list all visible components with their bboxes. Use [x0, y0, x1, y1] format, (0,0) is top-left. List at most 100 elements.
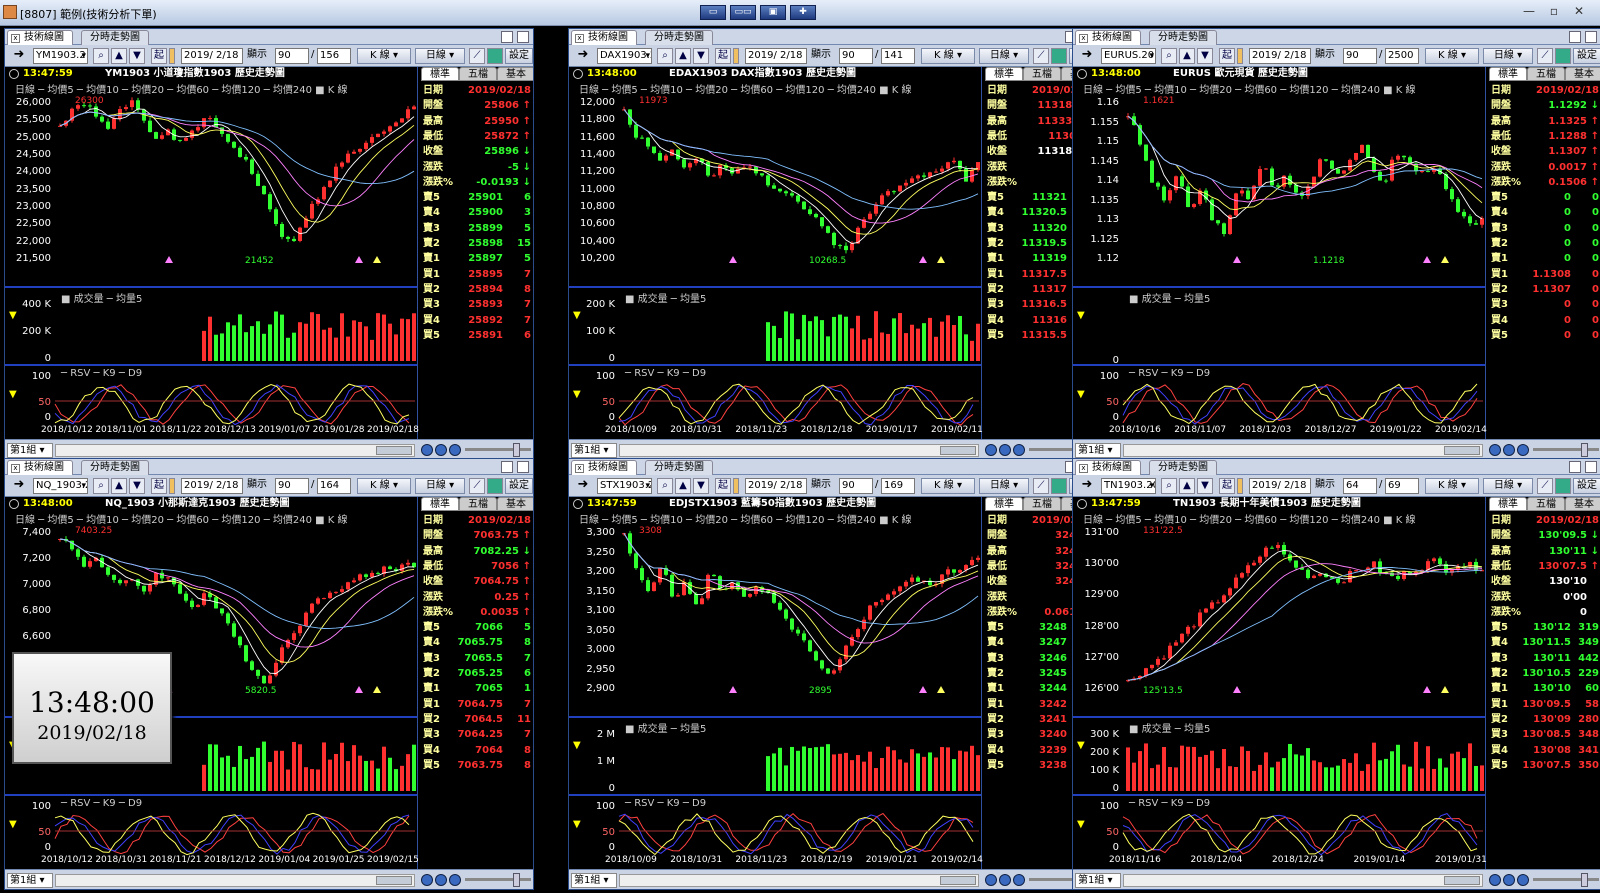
- close-tab-icon[interactable]: x: [11, 34, 20, 43]
- draw-line-icon[interactable]: ⟋: [469, 48, 485, 64]
- restore-window-icon[interactable]: [1585, 461, 1597, 473]
- tab-technical-chart[interactable]: x 技術線圖: [571, 30, 637, 45]
- scroll-thumb[interactable]: [1444, 446, 1480, 455]
- quote-tab-standard[interactable]: 標準: [1489, 67, 1527, 81]
- end-date-input[interactable]: 2019/ 2/18: [745, 478, 807, 494]
- close-tab-icon[interactable]: x: [1079, 34, 1088, 43]
- chart-scrollbar[interactable]: [1123, 874, 1483, 887]
- scroll-down-icon[interactable]: ▼: [1197, 48, 1213, 64]
- scroll-up-icon[interactable]: ▲: [111, 478, 127, 494]
- zoom-in-icon[interactable]: [1503, 874, 1515, 886]
- scroll-down-icon[interactable]: ▼: [1197, 478, 1213, 494]
- draw-line-icon[interactable]: ⟋: [1537, 478, 1553, 494]
- kline-button[interactable]: K 線 ▾: [921, 478, 975, 494]
- show-count-input[interactable]: 64: [1343, 478, 1377, 494]
- quote-tab-five[interactable]: 五檔: [1527, 497, 1565, 511]
- tab-intraday-chart[interactable]: 分時走勢圖: [81, 460, 149, 475]
- float-window-icon[interactable]: [501, 31, 513, 43]
- period-button[interactable]: 日線 ▾: [979, 48, 1029, 64]
- tab-intraday-chart[interactable]: 分時走勢圖: [81, 30, 149, 45]
- zoom-fit-icon[interactable]: [985, 444, 997, 456]
- pane-toggle-icon[interactable]: ▼: [573, 740, 583, 751]
- end-date-input[interactable]: 2019/ 2/18: [181, 478, 243, 494]
- float-window-icon[interactable]: [1569, 461, 1581, 473]
- maximize-button[interactable]: ▫: [1543, 3, 1565, 19]
- pane-toggle-icon[interactable]: ▼: [573, 310, 583, 321]
- restore-window-icon[interactable]: [1585, 31, 1597, 43]
- chart-area[interactable]: 13:47:59 EDJSTX1903 藍籌50指數1903 歷史走勢圖 日線 ─…: [569, 497, 983, 869]
- scroll-up-icon[interactable]: ▲: [1179, 478, 1195, 494]
- zoom-fit-icon[interactable]: [421, 444, 433, 456]
- end-date-input[interactable]: 2019/ 2/18: [1249, 48, 1311, 64]
- scroll-thumb[interactable]: [376, 876, 412, 885]
- layout-2-button[interactable]: ▭▭: [730, 5, 756, 20]
- show-count-input[interactable]: 90: [275, 48, 309, 64]
- chart-scrollbar[interactable]: [1123, 444, 1483, 457]
- start-button[interactable]: 起: [151, 478, 167, 494]
- kline-button[interactable]: K 線 ▾: [357, 48, 411, 64]
- tab-technical-chart[interactable]: x 技術線圖: [7, 30, 73, 45]
- float-window-icon[interactable]: [1569, 31, 1581, 43]
- zoom-in-icon[interactable]: [435, 874, 447, 886]
- settings-button[interactable]: 設定: [505, 48, 533, 64]
- quote-tab-basic[interactable]: 基本: [1565, 67, 1600, 81]
- close-button[interactable]: ✕: [1568, 3, 1590, 19]
- settings-button[interactable]: 設定: [1573, 48, 1600, 64]
- export-icon[interactable]: [1555, 478, 1571, 494]
- start-button[interactable]: 起: [715, 48, 731, 64]
- zoom-fit-icon[interactable]: [1489, 444, 1501, 456]
- scroll-thumb[interactable]: [376, 446, 412, 455]
- quote-tab-five[interactable]: 五檔: [459, 67, 497, 81]
- zoom-slider[interactable]: [1533, 443, 1599, 457]
- scroll-thumb[interactable]: [1444, 876, 1480, 885]
- zoom-out-icon[interactable]: [1013, 874, 1025, 886]
- export-icon[interactable]: [1051, 48, 1067, 64]
- pane-toggle-icon[interactable]: ▼: [1077, 310, 1087, 321]
- group-select[interactable]: 第1組 ▾: [7, 873, 53, 888]
- group-select[interactable]: 第1組 ▾: [571, 443, 617, 458]
- zoom-fit-icon[interactable]: [985, 874, 997, 886]
- period-button[interactable]: 日線 ▾: [415, 478, 465, 494]
- chart-area[interactable]: 13:47:59 YM1903 小道瓊指數1903 歷史走勢圖 日線 ─ 均價5 …: [5, 67, 419, 439]
- kline-button[interactable]: K 線 ▾: [357, 478, 411, 494]
- quote-tab-basic[interactable]: 基本: [1565, 497, 1600, 511]
- restore-window-icon[interactable]: [517, 31, 529, 43]
- quote-tab-standard[interactable]: 標準: [1489, 497, 1527, 511]
- chart-scrollbar[interactable]: [619, 874, 979, 887]
- show-count-input[interactable]: 90: [1343, 48, 1377, 64]
- minimize-button[interactable]: —: [1518, 3, 1540, 19]
- draw-line-icon[interactable]: ⟋: [1537, 48, 1553, 64]
- scroll-up-icon[interactable]: ▲: [1179, 48, 1195, 64]
- kline-button[interactable]: K 線 ▾: [1425, 48, 1479, 64]
- symbol-select[interactable]: YM1903.2: [33, 48, 88, 64]
- settings-button[interactable]: 設定: [1573, 478, 1600, 494]
- start-button[interactable]: 起: [715, 478, 731, 494]
- layout-4-button[interactable]: ✚: [790, 5, 816, 20]
- tab-technical-chart[interactable]: x 技術線圖: [571, 460, 637, 475]
- quote-tab-standard[interactable]: 標準: [985, 67, 1023, 81]
- scroll-up-icon[interactable]: ▲: [675, 48, 691, 64]
- symbol-select[interactable]: TN1903.2019: [1101, 478, 1156, 494]
- period-button[interactable]: 日線 ▾: [1483, 48, 1533, 64]
- quote-tab-five[interactable]: 五檔: [459, 497, 497, 511]
- search-icon[interactable]: ⌕: [657, 478, 673, 494]
- zoom-out-icon[interactable]: [449, 444, 461, 456]
- search-icon[interactable]: ⌕: [657, 48, 673, 64]
- tab-technical-chart[interactable]: x 技術線圖: [1075, 460, 1141, 475]
- scroll-down-icon[interactable]: ▼: [693, 478, 709, 494]
- restore-window-icon[interactable]: [517, 461, 529, 473]
- close-tab-icon[interactable]: x: [575, 464, 584, 473]
- link-arrow-icon[interactable]: ➜: [571, 48, 595, 64]
- chart-area[interactable]: 13:48:00 EURUS 歐元現貨 歷史走勢圖 日線 ─ 均價5 ─ 均價10…: [1073, 67, 1487, 439]
- tab-intraday-chart[interactable]: 分時走勢圖: [1149, 30, 1217, 45]
- chart-scrollbar[interactable]: [55, 444, 415, 457]
- zoom-out-icon[interactable]: [449, 874, 461, 886]
- close-tab-icon[interactable]: x: [575, 34, 584, 43]
- scroll-down-icon[interactable]: ▼: [129, 478, 145, 494]
- quote-tab-basic[interactable]: 基本: [497, 67, 533, 81]
- draw-line-icon[interactable]: ⟋: [1033, 478, 1049, 494]
- zoom-slider[interactable]: [1533, 873, 1599, 887]
- start-button[interactable]: 起: [1219, 48, 1235, 64]
- quote-tab-standard[interactable]: 標準: [421, 497, 459, 511]
- tab-intraday-chart[interactable]: 分時走勢圖: [1149, 460, 1217, 475]
